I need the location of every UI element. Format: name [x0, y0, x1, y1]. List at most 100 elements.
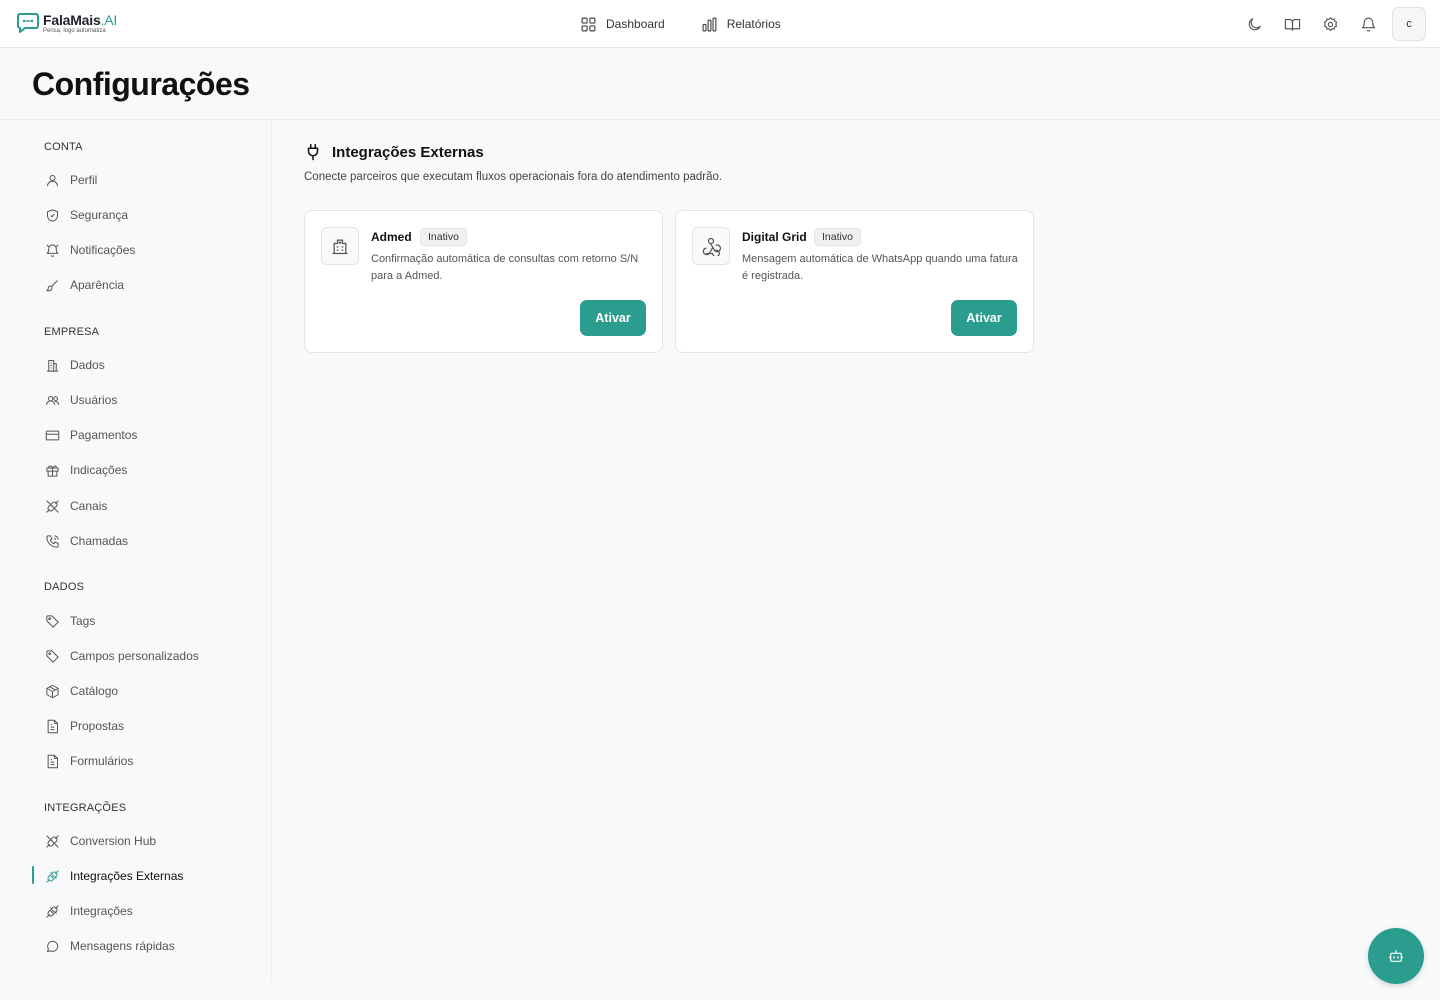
tag-icon [44, 648, 60, 664]
sidebar-item-conversion-hub[interactable]: Conversion Hub [32, 828, 262, 854]
users-icon [44, 392, 60, 408]
bell-icon [1361, 17, 1375, 32]
settings-sidebar: CONTA Perfil Segurança Notificações Apar… [0, 120, 272, 980]
top-actions: c [1235, 0, 1426, 48]
sidebar-item-label: Tags [70, 614, 96, 628]
grid-icon [581, 17, 596, 31]
brand-name: FalaMais.AI [43, 13, 117, 27]
hospital-icon [332, 239, 348, 255]
card-icon-box [692, 227, 730, 265]
sidebar-item-aparencia[interactable]: Aparência [32, 272, 262, 298]
sidebar-item-indicacoes[interactable]: Indicações [32, 457, 262, 483]
sidebar-section-conta: CONTA [44, 141, 83, 153]
shield-icon [44, 207, 60, 223]
activate-button[interactable]: Ativar [580, 300, 646, 336]
section-description: Conecte parceiros que executam fluxos op… [304, 171, 723, 183]
docs-button[interactable] [1273, 5, 1311, 43]
brand-text: FalaMais.AI Pensa, logo automatiza [43, 13, 117, 34]
gear-icon [1323, 16, 1337, 31]
bar-chart-icon [702, 17, 717, 31]
sidebar-item-catalogo[interactable]: Catálogo [32, 678, 262, 704]
top-bar: FalaMais.AI Pensa, logo automatiza Dashb… [0, 0, 1440, 48]
sidebar-item-mensagens-rapidas[interactable]: Mensagens rápidas [32, 933, 262, 959]
status-badge: Inativo [814, 228, 861, 246]
user-avatar[interactable]: c [1392, 7, 1426, 41]
sidebar-item-perfil[interactable]: Perfil [32, 167, 262, 193]
sidebar-item-label: Formulários [70, 754, 134, 768]
message-circle-icon [44, 938, 60, 954]
assistant-fab-button[interactable] [1368, 928, 1424, 984]
brand-name-main: FalaMais [43, 11, 101, 28]
bell-off-icon [44, 242, 60, 258]
integration-card-admed: Admed Inativo Confirmação automática de … [304, 210, 663, 353]
plug-icon [307, 143, 319, 161]
user-icon [44, 172, 60, 188]
plug-off-icon [44, 833, 60, 849]
sidebar-item-notificacoes[interactable]: Notificações [32, 237, 262, 263]
sidebar-item-integracoes[interactable]: Integrações [32, 898, 262, 924]
section-title: Integrações Externas [332, 143, 484, 161]
nav-dashboard-label: Dashboard [606, 17, 665, 31]
settings-button[interactable] [1311, 5, 1349, 43]
sidebar-item-dados[interactable]: Dados [32, 352, 262, 378]
sidebar-item-label: Conversion Hub [70, 834, 157, 848]
sidebar-item-chamadas[interactable]: Chamadas [32, 528, 262, 554]
sidebar-item-usuarios[interactable]: Usuários [32, 387, 262, 413]
sidebar-item-label: Aparência [70, 278, 125, 292]
sidebar-item-label: Dados [70, 358, 105, 372]
phone-icon [44, 533, 60, 549]
file-text-icon [44, 718, 60, 734]
credit-card-icon [44, 427, 60, 443]
top-nav: Dashboard Relatórios [580, 0, 817, 48]
webhook-icon [702, 237, 721, 256]
sidebar-item-label: Notificações [70, 243, 136, 257]
activate-button[interactable]: Ativar [951, 300, 1017, 336]
card-description: Confirmação automática de consultas com … [371, 253, 639, 282]
sidebar-item-canais[interactable]: Canais [32, 493, 262, 519]
sidebar-item-pagamentos[interactable]: Pagamentos [32, 422, 262, 448]
notifications-button[interactable] [1349, 5, 1387, 43]
sidebar-item-label: Integrações Externas [70, 869, 184, 883]
card-title: Admed [371, 230, 412, 244]
file-text-icon [44, 753, 60, 769]
plug-icon [44, 868, 60, 884]
sidebar-item-label: Usuários [70, 393, 118, 407]
status-badge: Inativo [420, 228, 467, 246]
sidebar-item-label: Mensagens rápidas [70, 939, 175, 953]
nav-dashboard[interactable]: Dashboard [580, 16, 665, 33]
chat-logo-icon [17, 13, 39, 33]
sidebar-item-seguranca[interactable]: Segurança [32, 202, 262, 228]
brand-suffix: .AI [100, 11, 118, 28]
sidebar-item-label: Chamadas [70, 534, 129, 548]
brush-icon [44, 277, 60, 293]
sidebar-item-campos-personalizados[interactable]: Campos personalizados [32, 643, 262, 669]
sidebar-item-label: Canais [70, 499, 108, 513]
sidebar-item-integracoes-externas[interactable]: Integrações Externas [32, 863, 262, 889]
sidebar-item-label: Integrações [70, 904, 133, 918]
sidebar-item-label: Pagamentos [70, 428, 138, 442]
nav-relatorios[interactable]: Relatórios [701, 16, 781, 33]
package-icon [44, 683, 60, 699]
page-title: Configurações [32, 66, 250, 102]
page-header: Configurações [0, 48, 1440, 120]
sidebar-section-empresa: EMPRESA [44, 326, 100, 338]
nav-relatorios-label: Relatórios [726, 17, 781, 31]
theme-toggle-button[interactable] [1235, 5, 1273, 43]
sidebar-item-label: Indicações [70, 463, 128, 477]
bot-icon [1388, 950, 1404, 962]
sidebar-item-propostas[interactable]: Propostas [32, 713, 262, 739]
sidebar-item-tags[interactable]: Tags [32, 608, 262, 634]
sidebar-item-label: Catálogo [70, 684, 119, 698]
tag-icon [44, 613, 60, 629]
sidebar-section-dados: DADOS [44, 581, 85, 593]
plug-icon [44, 903, 60, 919]
sidebar-item-label: Campos personalizados [70, 649, 199, 663]
sidebar-item-formularios[interactable]: Formulários [32, 748, 262, 774]
card-icon-box [321, 227, 359, 265]
card-title: Digital Grid [742, 230, 807, 244]
brand-logo[interactable]: FalaMais.AI Pensa, logo automatiza [16, 11, 117, 35]
sidebar-item-label: Propostas [70, 719, 125, 733]
gift-icon [44, 462, 60, 478]
plug-off-icon [44, 498, 60, 514]
sidebar-item-label: Segurança [70, 208, 129, 222]
